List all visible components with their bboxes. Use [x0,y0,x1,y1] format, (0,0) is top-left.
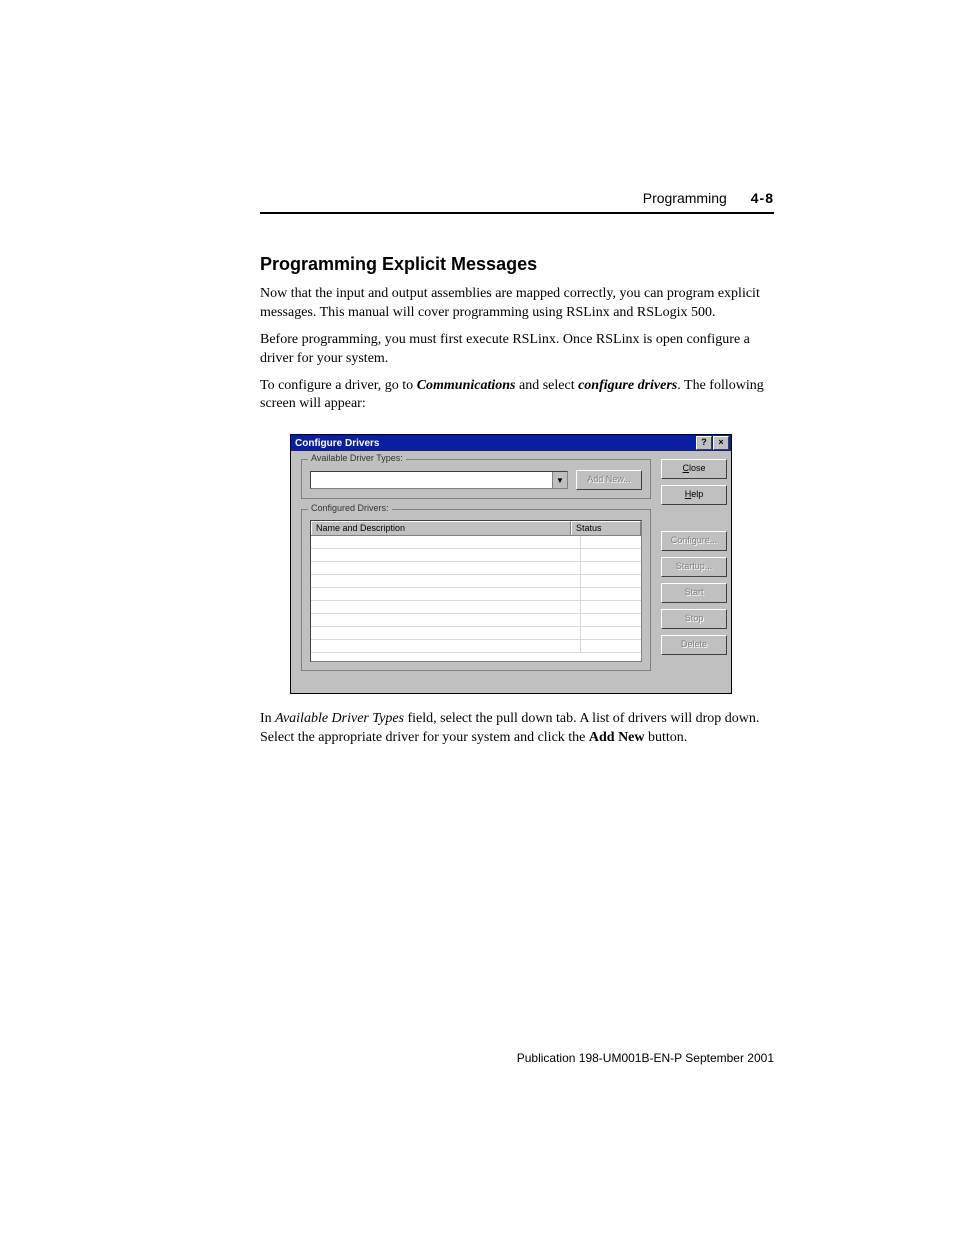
list-rows [311,536,641,653]
dialog-title: Configure Drivers [295,438,379,449]
configure-button[interactable]: Configure... [661,531,727,551]
publication-footer: Publication 198-UM001B-EN-P September 20… [517,1051,774,1065]
paragraph-3: To configure a driver, go to Communicati… [260,377,774,415]
list-header: Name and Description Status [311,521,641,536]
window-controls: ? × [696,436,729,450]
chapter-label: Programming [643,190,727,206]
group1-label: Available Driver Types: [308,453,406,463]
p4-post: button. [645,730,688,745]
p3-pre: To configure a driver, go to [260,378,417,393]
p3-mid: and select [516,378,579,393]
screenshot-dialog: Configure Drivers ? × Available Driver T… [290,434,774,694]
col-name[interactable]: Name and Description [311,521,571,535]
drivers-list[interactable]: Name and Description Status [310,520,642,662]
section-title: Programming Explicit Messages [260,254,774,275]
paragraph-4: In Available Driver Types field, select … [260,710,774,748]
startup-button[interactable]: Startup... [661,557,727,577]
delete-button[interactable]: Delete [661,635,727,655]
p3-configure-drivers: configure drivers [578,378,677,393]
chevron-down-icon[interactable]: ▼ [552,472,567,488]
p4-pre: In [260,711,275,726]
configured-drivers-group: Configured Drivers: Name and Description… [301,509,651,671]
driver-type-combo[interactable]: ▼ [310,471,568,489]
configure-drivers-dialog: Configure Drivers ? × Available Driver T… [290,434,732,694]
stop-button[interactable]: Stop [661,609,727,629]
paragraph-2: Before programming, you must first execu… [260,331,774,369]
add-new-button[interactable]: Add New... [576,470,642,490]
help-button[interactable]: Help [661,485,727,505]
page-number: 4-8 [751,190,774,206]
page-header: Programming 4-8 [260,190,774,214]
group2-label: Configured Drivers: [308,503,392,513]
col-status[interactable]: Status [571,521,641,535]
close-button[interactable]: Close [661,459,727,479]
start-button[interactable]: Start [661,583,727,603]
titlebar: Configure Drivers ? × [291,435,731,451]
p4-add-new: Add New [589,730,645,745]
available-driver-types-group: Available Driver Types: ▼ Add New... [301,459,651,499]
p4-available-driver-types: Available Driver Types [275,711,404,726]
close-icon[interactable]: × [713,436,729,450]
p3-communications: Communications [417,378,516,393]
paragraph-1: Now that the input and output assemblies… [260,285,774,323]
help-icon[interactable]: ? [696,436,712,450]
